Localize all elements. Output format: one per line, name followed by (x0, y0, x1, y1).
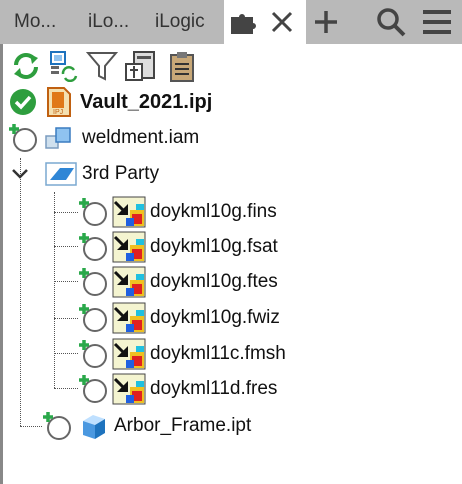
simulation-file-icon (112, 231, 146, 263)
tree-node-file-0[interactable]: doykml10g.fins (76, 196, 277, 228)
clipboard-icon[interactable] (168, 50, 196, 82)
project-label: Vault_2021.ipj (80, 90, 213, 113)
tab-ilogic[interactable]: iLogic (155, 0, 225, 44)
weldment-label: weldment.iam (82, 127, 200, 148)
tree-line-file-0 (54, 212, 78, 213)
svg-text:IPJ: IPJ (53, 109, 63, 116)
file-label: doykml11d.fres (150, 378, 278, 399)
file-label: doykml10g.fwiz (150, 307, 280, 328)
project-settings-icon[interactable] (48, 50, 80, 82)
tree-line-folder (54, 192, 55, 388)
not-in-vault-add-icon (76, 372, 110, 406)
tree-node-3rd-party[interactable]: 3rd Party (10, 158, 159, 190)
tree-node-file-5[interactable]: doykml11d.fres (76, 373, 277, 405)
tree-node-weldment[interactable]: weldment.iam (6, 122, 199, 154)
tree-line-part (20, 426, 42, 427)
close-tab-icon[interactable] (270, 10, 294, 34)
add-tab-icon[interactable] (313, 9, 339, 35)
tree-node-file-3[interactable]: doykml10g.fwiz (76, 302, 280, 334)
server-icon[interactable] (124, 50, 158, 82)
tab-ilogic-short[interactable]: iLo... (88, 0, 148, 44)
tree-node-arbor-frame[interactable]: Arbor_Frame.ipt (40, 410, 251, 442)
not-in-vault-add-icon (76, 337, 110, 371)
filter-icon[interactable] (86, 50, 118, 82)
not-in-vault-add-icon (76, 301, 110, 335)
simulation-file-icon (112, 266, 146, 298)
tree-node-file-1[interactable]: doykml10g.fsat (76, 231, 278, 263)
tab-model[interactable]: Mo... (14, 0, 82, 44)
not-in-vault-add-icon (76, 265, 110, 299)
simulation-file-icon (112, 196, 146, 228)
file-label: doykml10g.fsat (150, 236, 278, 257)
not-in-vault-add-icon (76, 195, 110, 229)
chevron-down-icon[interactable] (10, 164, 30, 184)
checked-in-status-icon (8, 87, 38, 117)
tree-line-file-2 (54, 281, 78, 282)
simulation-file-icon (112, 338, 146, 370)
tree-node-project[interactable]: IPJ Vault_2021.ipj (8, 86, 212, 118)
search-icon[interactable] (376, 7, 406, 37)
tree-line-file-1 (54, 246, 78, 247)
tree-line-file-4 (54, 353, 78, 354)
project-file-icon: IPJ (46, 87, 72, 117)
simulation-file-icon (112, 302, 146, 334)
hamburger-menu-icon[interactable] (421, 8, 453, 36)
simulation-file-icon (112, 373, 146, 405)
folder-icon (44, 160, 78, 188)
tree-line-root (20, 158, 21, 426)
tree-node-file-4[interactable]: doykml11c.fmsh (76, 338, 286, 370)
tree-node-file-2[interactable]: doykml10g.ftes (76, 266, 278, 298)
refresh-icon[interactable] (10, 50, 42, 82)
part-label: Arbor_Frame.ipt (114, 415, 252, 436)
not-in-vault-add-icon (40, 409, 74, 443)
not-in-vault-add-icon (76, 230, 110, 264)
part-cube-icon (78, 411, 108, 441)
assembly-icon (44, 124, 74, 152)
file-label: doykml10g.ftes (150, 271, 278, 292)
file-label: doykml11c.fmsh (150, 343, 286, 364)
file-label: doykml10g.fins (150, 201, 277, 222)
vault-puzzle-icon (229, 12, 257, 34)
folder-label: 3rd Party (82, 163, 160, 184)
not-in-vault-add-icon (6, 121, 40, 155)
tree-line-file-3 (54, 318, 78, 319)
tree-line-file-5 (54, 388, 78, 389)
panel-left-border (0, 44, 3, 484)
